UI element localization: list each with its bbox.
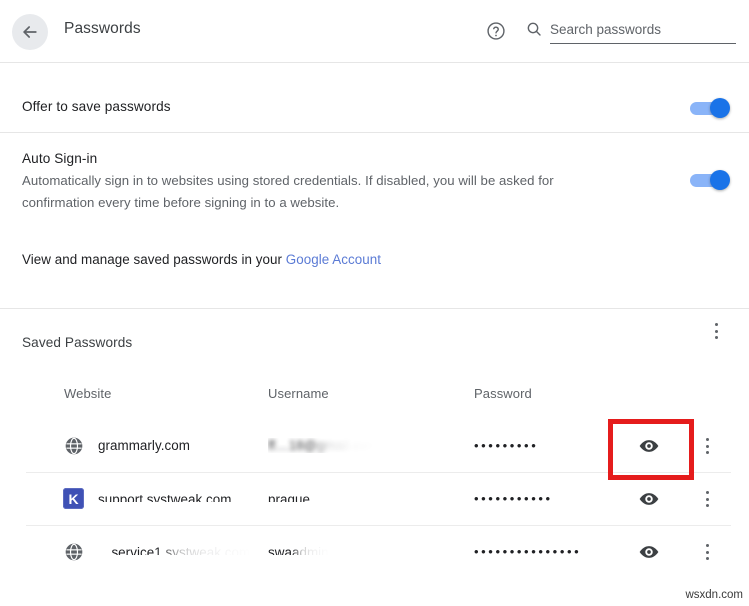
- help-circle-icon[interactable]: [486, 21, 506, 41]
- table-row[interactable]: K support.systweak.com prague ••••••••••…: [0, 473, 749, 526]
- google-account-link[interactable]: Google Account: [286, 252, 381, 267]
- cell-website-text: support.systweak.com: [98, 492, 232, 502]
- arrow-left-icon: [20, 22, 40, 42]
- search-icon: [526, 21, 542, 37]
- row-menu-button[interactable]: [699, 543, 715, 561]
- cell-website: support.systweak.com: [98, 491, 231, 506]
- saved-passwords-divider: [0, 308, 749, 309]
- more-vert-dot: [705, 557, 709, 560]
- more-vert-dot: [705, 451, 709, 454]
- cell-password-masked: •••••••••: [474, 438, 539, 453]
- search-box[interactable]: [526, 18, 736, 46]
- back-button[interactable]: [12, 14, 48, 50]
- show-password-button[interactable]: [638, 541, 662, 565]
- more-vert-dot: [705, 550, 709, 554]
- table-row[interactable]: …service1.systweak.com swaadmin ••••••••…: [0, 526, 749, 579]
- more-vert-dot: [714, 323, 718, 326]
- setting-description-auto-sign-in: Automatically sign in to websites using …: [22, 173, 554, 210]
- cell-username: prague: [268, 491, 310, 506]
- column-header-username: Username: [268, 386, 329, 401]
- more-vert-dot: [714, 336, 718, 339]
- cell-website-text: …service1.systweak.com: [98, 545, 251, 555]
- column-header-password: Password: [474, 386, 532, 401]
- setting-offer-to-save-passwords: Offer to save passwords: [0, 62, 749, 132]
- more-vert-dot: [705, 491, 709, 494]
- saved-passwords-title: Saved Passwords: [22, 335, 133, 350]
- cell-username-text: prague: [268, 492, 310, 502]
- row-menu-button[interactable]: [699, 437, 715, 455]
- table-row[interactable]: grammarly.com ff…18@gmail.com •••••••••: [0, 420, 749, 473]
- more-vert-dot: [705, 497, 709, 501]
- cell-username: ff…18@gmail.com: [268, 438, 379, 453]
- letter-k-icon: K: [63, 488, 84, 509]
- search-input[interactable]: [550, 18, 734, 40]
- cell-username: swaadmin: [268, 544, 329, 559]
- toggle-knob: [710, 98, 730, 118]
- cell-password-masked: •••••••••••••••: [474, 544, 582, 559]
- setting-label-auto-sign-in: Auto Sign-in: [22, 151, 98, 166]
- globe-icon: [64, 542, 84, 562]
- search-underline: [550, 43, 736, 44]
- toggle-offer-to-save-passwords[interactable]: [690, 98, 736, 118]
- show-password-button[interactable]: [638, 435, 662, 459]
- row-menu-button[interactable]: [699, 490, 715, 508]
- more-vert-dot: [705, 438, 709, 441]
- watermark: wsxdn.com: [685, 589, 743, 601]
- cell-website: grammarly.com: [98, 438, 190, 453]
- toggle-auto-sign-in[interactable]: [690, 170, 736, 190]
- cell-password-masked: •••••••••••: [474, 491, 553, 506]
- passwords-settings-page: Passwords Offer to save passwords: [0, 0, 749, 606]
- more-vert-dot: [705, 504, 709, 507]
- manage-passwords-label: View and manage saved passwords in your: [22, 252, 286, 267]
- setting-label-offer-to-save: Offer to save passwords: [22, 99, 171, 114]
- more-vert-dot: [714, 329, 718, 333]
- setting-auto-sign-in: Auto Sign-in Automatically sign in to we…: [0, 132, 749, 232]
- saved-passwords-menu-button[interactable]: [708, 322, 724, 340]
- page-title: Passwords: [64, 20, 141, 37]
- cell-username-text: swaadmin: [268, 545, 329, 555]
- more-vert-dot: [705, 544, 709, 547]
- toggle-knob: [710, 170, 730, 190]
- page-header: Passwords: [0, 0, 749, 62]
- more-vert-dot: [705, 444, 709, 448]
- globe-icon: [64, 436, 84, 456]
- column-header-website: Website: [64, 386, 112, 401]
- show-password-button[interactable]: [638, 488, 662, 512]
- cell-website: …service1.systweak.com: [98, 544, 250, 559]
- manage-passwords-text: View and manage saved passwords in your …: [22, 252, 381, 267]
